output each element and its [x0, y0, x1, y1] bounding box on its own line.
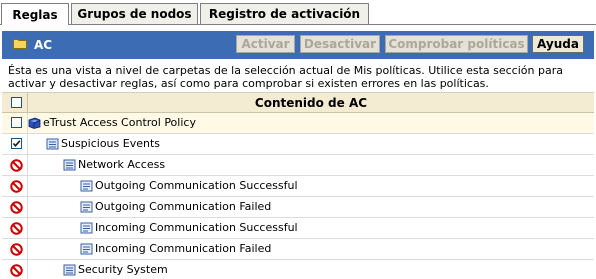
- rule-list-icon: [80, 222, 93, 233]
- tree-item[interactable]: Outgoing Communication Failed: [80, 200, 271, 213]
- table-row[interactable]: Security System: [2, 260, 594, 279]
- tree-item-label: Incoming Communication Successful: [95, 221, 298, 234]
- table-row[interactable]: Outgoing Communication Failed: [2, 197, 594, 218]
- tree-item-label: Network Access: [78, 158, 166, 171]
- tree-item-label: Security System: [78, 263, 168, 276]
- tree-item[interactable]: eTrust Access Control Policy: [28, 116, 196, 129]
- comprobar-politicas-button[interactable]: Comprobar políticas: [385, 35, 528, 53]
- tree-item-label: Suspicious Events: [61, 137, 160, 150]
- folder-title: AC: [34, 38, 53, 52]
- tab-label: Reglas: [12, 7, 58, 22]
- column-divider: [27, 197, 28, 217]
- table-body: eTrust Access Control Policy Suspicious E…: [2, 113, 594, 279]
- tree-item[interactable]: Incoming Communication Successful: [80, 221, 298, 234]
- folder-header-bar: AC Activar Desactivar Comprobar política…: [2, 31, 594, 59]
- rules-table: Contenido de AC eTrust Access Control Po…: [2, 92, 594, 279]
- activar-button[interactable]: Activar: [236, 35, 295, 53]
- disabled-icon: [10, 201, 23, 214]
- tree-item[interactable]: Security System: [63, 263, 168, 276]
- tab-label: Grupos de nodos: [77, 7, 192, 21]
- table-header-row: Contenido de AC: [2, 92, 594, 113]
- table-header-title: Contenido de AC: [254, 96, 368, 110]
- tab-label: Registro de activación: [208, 7, 361, 21]
- rule-list-icon: [80, 180, 93, 191]
- column-divider: [27, 260, 28, 279]
- column-divider: [27, 239, 28, 259]
- desactivar-button[interactable]: Desactivar: [300, 35, 380, 53]
- rules-panel: AC Activar Desactivar Comprobar política…: [2, 25, 594, 279]
- disabled-icon: [10, 222, 23, 235]
- folder-list-icon: [46, 138, 59, 149]
- button-label: Comprobar políticas: [388, 37, 525, 51]
- rule-checkbox[interactable]: [11, 117, 22, 128]
- button-label: Activar: [241, 37, 290, 51]
- column-divider: [27, 155, 28, 175]
- tree-item[interactable]: Incoming Communication Failed: [80, 242, 271, 255]
- tree-item-label: eTrust Access Control Policy: [43, 116, 196, 129]
- tab-registro-de-activacion[interactable]: Registro de activación: [200, 3, 369, 24]
- tab-grupos-de-nodos[interactable]: Grupos de nodos: [71, 3, 198, 24]
- tree-item-label: Outgoing Communication Failed: [95, 200, 272, 213]
- table-row[interactable]: Incoming Communication Successful: [2, 218, 594, 239]
- rule-checkbox[interactable]: [11, 138, 22, 149]
- tree-item-label: Incoming Communication Failed: [95, 242, 272, 255]
- column-divider: [27, 218, 28, 238]
- disabled-icon: [10, 264, 23, 277]
- disabled-icon: [10, 180, 23, 193]
- table-row[interactable]: Suspicious Events: [2, 134, 594, 155]
- table-row[interactable]: Outgoing Communication Successful: [2, 176, 594, 197]
- button-label: Desactivar: [303, 37, 377, 51]
- select-all-checkbox[interactable]: [11, 97, 22, 108]
- rule-list-icon: [80, 201, 93, 212]
- ayuda-button[interactable]: Ayuda: [532, 35, 584, 53]
- tab-bar: Reglas Grupos de nodos Registro de activ…: [0, 0, 596, 25]
- disabled-icon: [10, 159, 23, 172]
- policy-book-icon: [28, 117, 41, 129]
- table-row[interactable]: Incoming Communication Failed: [2, 239, 594, 260]
- tree-item[interactable]: Suspicious Events: [46, 137, 160, 150]
- tree-item[interactable]: Network Access: [63, 158, 165, 171]
- folder-icon: [13, 39, 27, 49]
- disabled-icon: [10, 243, 23, 256]
- tab-reglas[interactable]: Reglas: [1, 3, 69, 25]
- column-divider: [27, 134, 28, 154]
- column-divider: [27, 176, 28, 196]
- table-row[interactable]: eTrust Access Control Policy: [2, 113, 594, 134]
- tree-item-label: Outgoing Communication Successful: [95, 179, 298, 192]
- table-row[interactable]: Network Access: [2, 155, 594, 176]
- description-text: Ésta es una vista a nivel de carpetas de…: [8, 64, 563, 90]
- folder-list-icon: [63, 159, 76, 170]
- rule-list-icon: [80, 243, 93, 254]
- tree-item[interactable]: Outgoing Communication Successful: [80, 179, 298, 192]
- folder-list-icon: [63, 264, 76, 275]
- button-label: Ayuda: [537, 37, 579, 51]
